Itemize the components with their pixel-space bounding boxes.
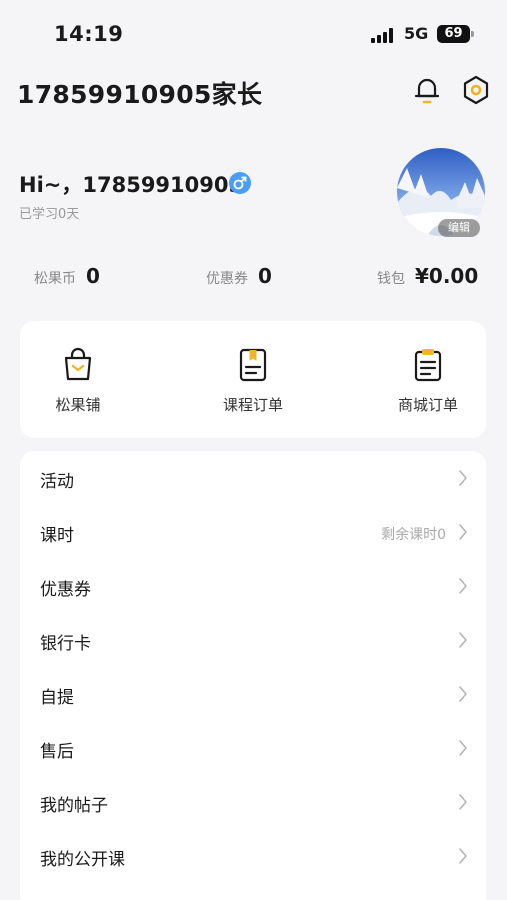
chevron-right-icon — [459, 740, 467, 756]
chevron-right-icon — [459, 794, 467, 810]
shopping-bag-icon — [60, 347, 96, 383]
menu-list: 活动 课时 剩余课时0 优惠券 银行卡 自提 售后 我的帖子 我的公开课 — [20, 451, 486, 900]
stat-value: 0 — [86, 264, 100, 288]
stat-label: 优惠券 — [206, 271, 248, 287]
menu-extra: 剩余课时0 — [381, 527, 446, 543]
network-type: 5G — [404, 24, 429, 43]
stat-value: ¥0.00 — [415, 264, 479, 288]
menu-item-my-posts[interactable]: 我的帖子 — [20, 775, 486, 829]
quick-item-mall-orders[interactable]: 商城订单 — [368, 321, 488, 438]
menu-item-coupons[interactable]: 优惠券 — [20, 559, 486, 613]
chevron-right-icon — [459, 686, 467, 702]
status-time: 14:19 — [54, 22, 124, 46]
battery-cap — [471, 31, 474, 37]
signal-icon — [371, 27, 397, 43]
stat-value: 0 — [258, 264, 272, 288]
chevron-right-icon — [459, 632, 467, 648]
quick-label: 商城订单 — [397, 396, 458, 414]
menu-label: 银行卡 — [40, 634, 91, 654]
menu-item-after-sales[interactable]: 售后 — [20, 721, 486, 775]
chevron-right-icon — [459, 848, 467, 864]
edit-avatar-button[interactable]: 编辑 — [438, 219, 480, 237]
menu-item-bank-card[interactable]: 银行卡 — [20, 613, 486, 667]
clipboard-order-icon — [410, 347, 446, 383]
stat-pine-coins[interactable]: 松果币 0 — [34, 264, 100, 294]
battery-icon: 69 — [437, 25, 470, 43]
stat-label: 松果币 — [34, 271, 76, 287]
stat-wallet[interactable]: 钱包 ¥0.00 — [377, 264, 478, 294]
male-gender-icon — [229, 172, 251, 194]
status-bar: 14:19 5G 69 — [0, 0, 507, 62]
course-book-icon — [235, 347, 271, 383]
menu-label: 我的帖子 — [40, 796, 108, 816]
menu-label: 活动 — [40, 472, 74, 492]
menu-item-activities[interactable]: 活动 — [20, 451, 486, 505]
quick-label: 课程订单 — [222, 396, 283, 414]
menu-item-class-hours[interactable]: 课时 剩余课时0 — [20, 505, 486, 559]
menu-label: 售后 — [40, 742, 74, 762]
chevron-right-icon — [459, 470, 467, 486]
stat-coupons[interactable]: 优惠券 0 — [206, 264, 272, 294]
menu-label: 课时 — [40, 526, 74, 546]
page-title: 17859910905家长 — [17, 80, 263, 109]
greeting-text: Hi~，17859910905 — [19, 173, 244, 197]
menu-item-my-open-classes[interactable]: 我的公开课 — [20, 829, 486, 883]
study-days: 已学习0天 — [19, 207, 80, 222]
quick-item-shop[interactable]: 松果铺 — [18, 321, 138, 438]
menu-label: 优惠券 — [40, 580, 91, 600]
stat-label: 钱包 — [377, 271, 405, 287]
bell-icon[interactable] — [412, 74, 442, 106]
settings-icon[interactable] — [460, 74, 492, 106]
menu-label: 自提 — [40, 688, 74, 708]
quick-item-course-orders[interactable]: 课程订单 — [193, 321, 313, 438]
menu-label: 我的公开课 — [40, 850, 125, 870]
quick-label: 松果铺 — [55, 396, 101, 414]
chevron-right-icon — [459, 524, 467, 540]
menu-item-self-pickup[interactable]: 自提 — [20, 667, 486, 721]
chevron-right-icon — [459, 578, 467, 594]
